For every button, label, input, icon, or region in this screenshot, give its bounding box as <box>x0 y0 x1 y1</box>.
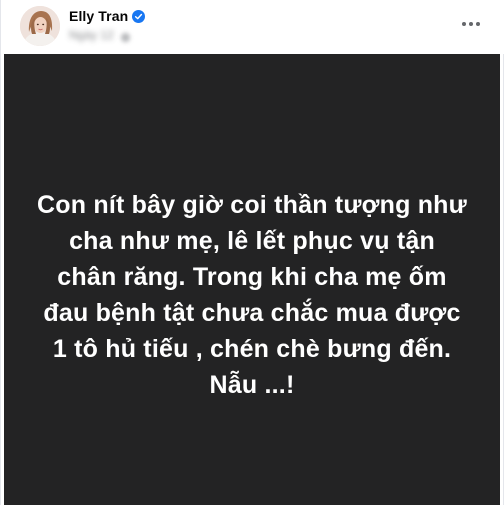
post-meta: Ngày 12 <box>69 28 131 42</box>
status-text: Con nít bây giờ coi thần tượng như cha n… <box>4 187 500 403</box>
status-line: đau bệnh tật chưa chắc mua được <box>43 299 461 327</box>
globe-icon <box>120 30 131 42</box>
status-line: Con nít bây giờ coi thần tượng như <box>37 191 467 219</box>
author-row: Elly Tran <box>69 7 146 25</box>
status-line: cha như mẹ, lê lết phục vụ tận <box>69 227 435 255</box>
more-options-button[interactable] <box>457 12 485 36</box>
facebook-post: Elly Tran Ngày 12 Con nít bây giờ coi th… <box>0 0 504 505</box>
more-options-icon <box>462 22 466 26</box>
post-header: Elly Tran Ngày 12 <box>1 0 504 54</box>
author-avatar[interactable] <box>20 6 60 46</box>
more-options-icon <box>469 22 473 26</box>
status-line: chân răng. Trong khi cha mẹ ốm <box>57 263 447 291</box>
author-name[interactable]: Elly Tran <box>69 8 128 24</box>
status-line: Nẫu ...! <box>209 371 295 399</box>
post-timestamp[interactable]: Ngày 12 <box>69 28 114 42</box>
avatar-photo <box>20 6 60 46</box>
verified-badge-icon <box>132 9 146 23</box>
post-status-image[interactable]: Con nít bây giờ coi thần tượng như cha n… <box>4 54 500 505</box>
status-line: 1 tô hủ tiếu , chén chè bưng đến. <box>52 335 452 363</box>
more-options-icon <box>476 22 480 26</box>
